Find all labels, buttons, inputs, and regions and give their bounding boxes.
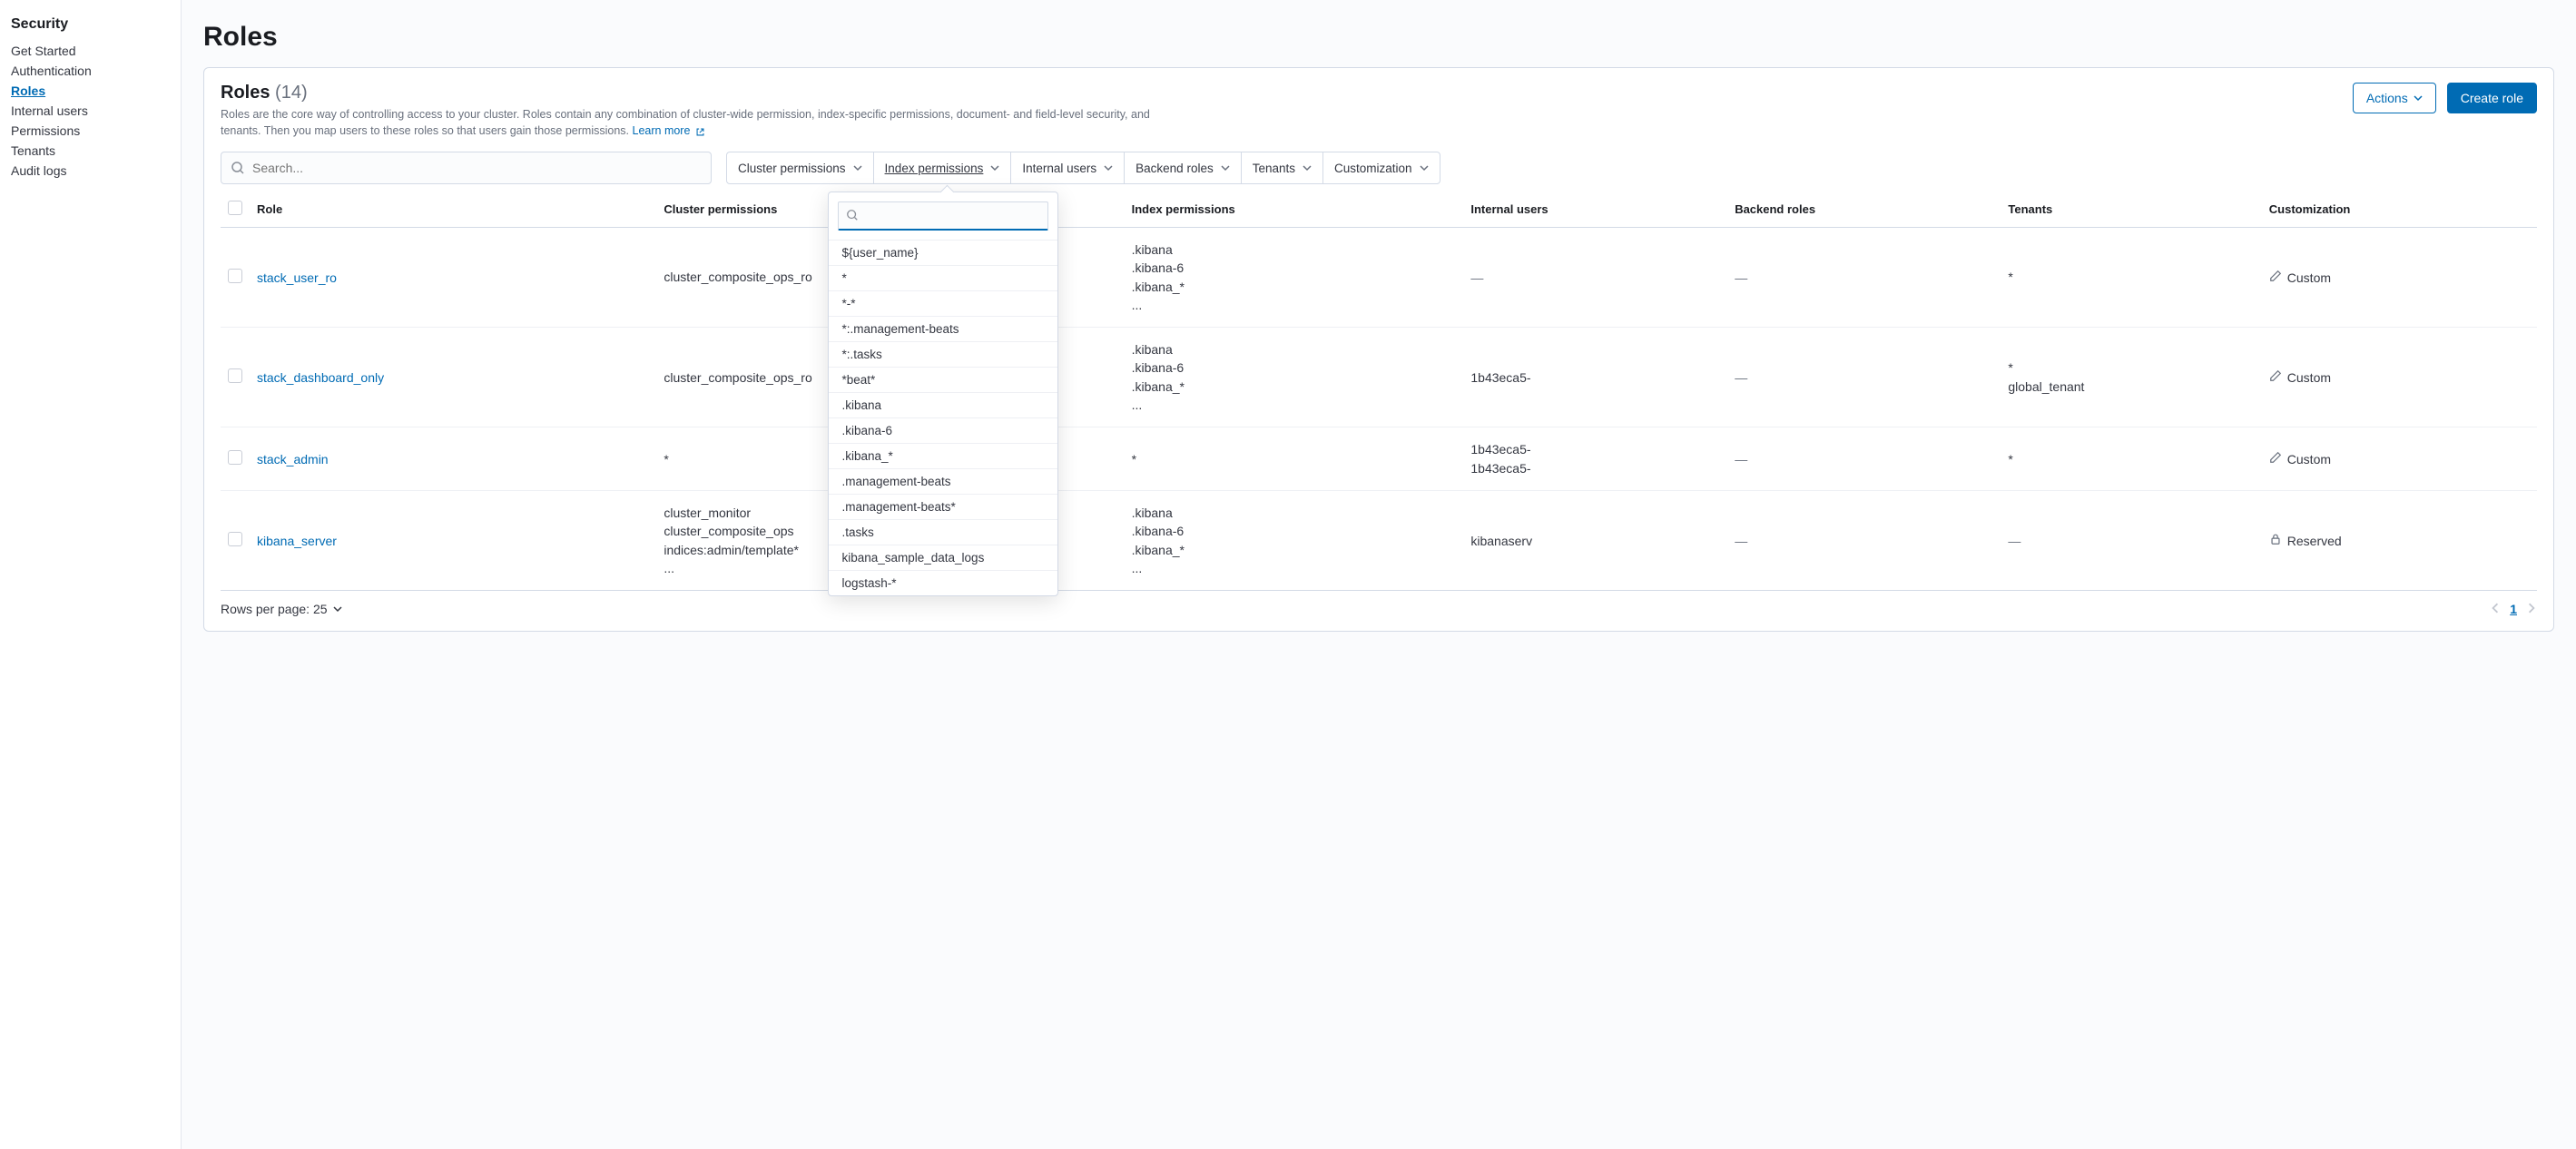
dropdown-option[interactable]: .kibana-6 bbox=[829, 417, 1057, 443]
index-permissions-dropdown: ${user_name}**-**:.management-beats*:.ta… bbox=[828, 192, 1058, 596]
sidebar-item-get-started[interactable]: Get Started bbox=[11, 42, 170, 60]
roles-table: Role Cluster permissions Index permissio… bbox=[221, 192, 2537, 590]
role-link[interactable]: stack_user_ro bbox=[257, 270, 337, 285]
col-internal[interactable]: Internal users bbox=[1463, 192, 1727, 228]
sidebar-item-audit-logs[interactable]: Audit logs bbox=[11, 162, 170, 180]
customization-cell: Reserved bbox=[2269, 533, 2530, 548]
filter-index-permissions[interactable]: Index permissions bbox=[874, 152, 1012, 183]
learn-more-link[interactable]: Learn more bbox=[633, 124, 705, 137]
search-icon bbox=[231, 161, 245, 175]
external-link-icon bbox=[695, 126, 705, 136]
chevron-down-icon bbox=[333, 604, 342, 614]
chevron-down-icon bbox=[1420, 163, 1429, 172]
select-all-checkbox[interactable] bbox=[228, 201, 242, 215]
chevron-down-icon bbox=[1303, 163, 1312, 172]
dropdown-option[interactable]: *:.management-beats bbox=[829, 316, 1057, 341]
role-link[interactable]: stack_dashboard_only bbox=[257, 370, 384, 385]
sidebar-item-roles[interactable]: Roles bbox=[11, 82, 170, 100]
page-number[interactable]: 1 bbox=[2510, 602, 2517, 616]
filter-customization[interactable]: Customization bbox=[1323, 152, 1440, 183]
dropdown-option[interactable]: logstash-* bbox=[829, 570, 1057, 595]
dropdown-option[interactable]: * bbox=[829, 265, 1057, 290]
customization-cell: Custom bbox=[2269, 270, 2530, 285]
pencil-icon bbox=[2269, 270, 2282, 285]
chevron-down-icon bbox=[1221, 163, 1230, 172]
dropdown-option[interactable]: *beat* bbox=[829, 367, 1057, 392]
table-row: stack_user_rocluster_composite_ops_ro.ki… bbox=[221, 228, 2537, 328]
search-input[interactable] bbox=[252, 161, 702, 175]
sidebar-item-tenants[interactable]: Tenants bbox=[11, 142, 170, 160]
main-content: Roles Roles (14) Roles are the core way … bbox=[182, 0, 2576, 1149]
row-checkbox[interactable] bbox=[228, 532, 242, 546]
pagination: 1 bbox=[2490, 602, 2537, 616]
filter-backend-roles[interactable]: Backend roles bbox=[1125, 152, 1242, 183]
chevron-down-icon bbox=[990, 163, 999, 172]
role-link[interactable]: kibana_server bbox=[257, 534, 337, 548]
dropdown-search-input[interactable] bbox=[868, 209, 1040, 222]
lock-icon bbox=[2269, 533, 2282, 548]
col-role[interactable]: Role bbox=[250, 192, 656, 228]
search-box[interactable] bbox=[221, 152, 712, 184]
filter-cluster-permissions[interactable]: Cluster permissions bbox=[727, 152, 874, 183]
col-customization[interactable]: Customization bbox=[2262, 192, 2537, 228]
panel-title: Roles (14) bbox=[221, 83, 1183, 103]
sidebar-item-internal-users[interactable]: Internal users bbox=[11, 102, 170, 120]
prev-page-button[interactable] bbox=[2490, 602, 2501, 616]
dropdown-option[interactable]: *:.tasks bbox=[829, 341, 1057, 367]
dropdown-search[interactable] bbox=[838, 201, 1048, 231]
chevron-down-icon bbox=[1104, 163, 1113, 172]
filter-internal-users[interactable]: Internal users bbox=[1011, 152, 1125, 183]
row-checkbox[interactable] bbox=[228, 450, 242, 465]
dropdown-option[interactable]: .tasks bbox=[829, 519, 1057, 545]
sidebar-title: Security bbox=[11, 16, 170, 33]
col-tenants[interactable]: Tenants bbox=[2001, 192, 2261, 228]
search-icon bbox=[846, 209, 860, 223]
col-index[interactable]: Index permissions bbox=[1125, 192, 1464, 228]
dropdown-option[interactable]: .kibana bbox=[829, 392, 1057, 417]
filter-group: Cluster permissionsIndex permissionsInte… bbox=[726, 152, 1440, 184]
create-role-button[interactable]: Create role bbox=[2447, 83, 2537, 113]
table-row: stack_admin**1b43eca5-1b43eca5-—*Custom bbox=[221, 427, 2537, 491]
chevron-down-icon bbox=[853, 163, 862, 172]
row-checkbox[interactable] bbox=[228, 269, 242, 283]
sidebar-item-authentication[interactable]: Authentication bbox=[11, 62, 170, 80]
table-row: stack_dashboard_onlycluster_composite_op… bbox=[221, 328, 2537, 427]
dropdown-option[interactable]: *-* bbox=[829, 290, 1057, 316]
next-page-button[interactable] bbox=[2526, 602, 2537, 616]
role-link[interactable]: stack_admin bbox=[257, 452, 329, 466]
actions-button[interactable]: Actions bbox=[2353, 83, 2436, 113]
sidebar-item-permissions[interactable]: Permissions bbox=[11, 122, 170, 140]
filter-tenants[interactable]: Tenants bbox=[1242, 152, 1323, 183]
customization-cell: Custom bbox=[2269, 369, 2530, 385]
dropdown-option[interactable]: .management-beats* bbox=[829, 494, 1057, 519]
roles-panel: Roles (14) Roles are the core way of con… bbox=[203, 67, 2554, 632]
table-row: kibana_servercluster_monitorcluster_comp… bbox=[221, 490, 2537, 590]
pencil-icon bbox=[2269, 451, 2282, 466]
sidebar: Security Get Started Authentication Roles I… bbox=[0, 0, 182, 1149]
dropdown-option[interactable]: .kibana_* bbox=[829, 443, 1057, 468]
rows-per-page[interactable]: Rows per page: 25 bbox=[221, 602, 342, 616]
dropdown-option[interactable]: .management-beats bbox=[829, 468, 1057, 494]
pencil-icon bbox=[2269, 369, 2282, 385]
dropdown-option[interactable]: kibana_sample_data_logs bbox=[829, 545, 1057, 570]
row-checkbox[interactable] bbox=[228, 368, 242, 383]
col-backend[interactable]: Backend roles bbox=[1727, 192, 2001, 228]
customization-cell: Custom bbox=[2269, 451, 2530, 466]
page-title: Roles bbox=[203, 22, 2554, 53]
panel-description: Roles are the core way of controlling ac… bbox=[221, 107, 1183, 139]
chevron-down-icon bbox=[2414, 93, 2423, 103]
dropdown-option[interactable]: ${user_name} bbox=[829, 240, 1057, 265]
